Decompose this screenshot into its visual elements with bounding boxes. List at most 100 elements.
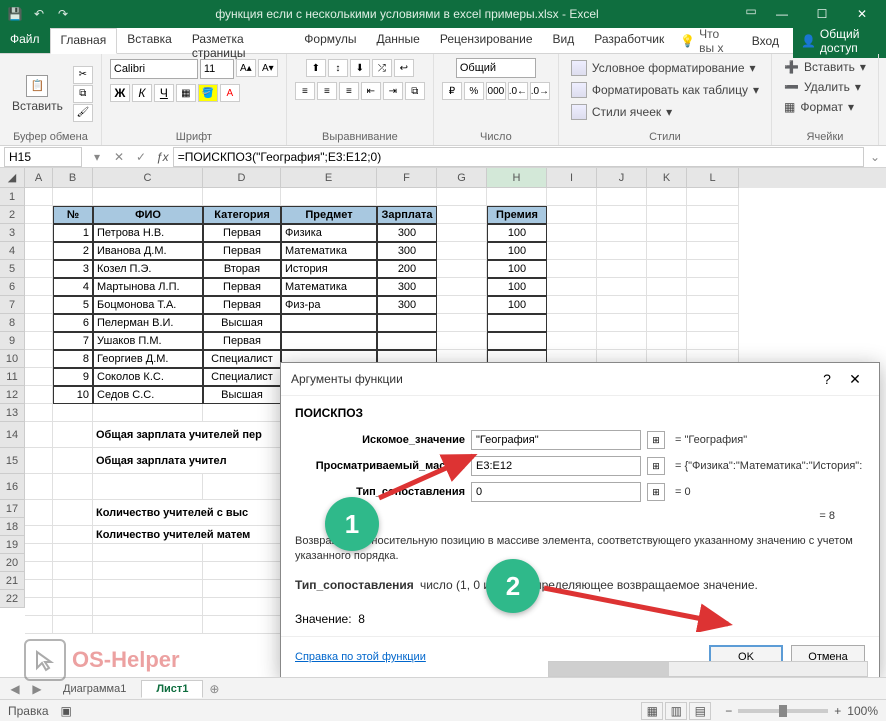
col-header-F[interactable]: F xyxy=(377,168,437,188)
tab-data[interactable]: Данные xyxy=(366,28,429,53)
cell[interactable] xyxy=(93,598,203,616)
tab-dev[interactable]: Разработчик xyxy=(584,28,674,53)
col-header-G[interactable]: G xyxy=(437,168,487,188)
cell[interactable]: Премия xyxy=(487,206,547,224)
formula-input[interactable] xyxy=(173,147,864,167)
align-top-button[interactable]: ⬆ xyxy=(306,59,326,77)
row-header-10[interactable]: 10 xyxy=(0,350,25,368)
dialog-close-button[interactable]: ✕ xyxy=(841,369,869,389)
row-header-15[interactable]: 15 xyxy=(0,448,25,474)
cell[interactable]: Физ-ра xyxy=(281,296,377,314)
shrink-font-button[interactable]: A▾ xyxy=(258,59,278,77)
row-header-3[interactable]: 3 xyxy=(0,224,25,242)
cell[interactable] xyxy=(93,562,203,580)
save-icon[interactable]: 💾 xyxy=(6,5,24,23)
cell[interactable] xyxy=(687,278,739,296)
expand-formula-button[interactable]: ⌄ xyxy=(864,146,886,168)
row-header-4[interactable]: 4 xyxy=(0,242,25,260)
cell[interactable]: Ушаков П.М. xyxy=(93,332,203,350)
cell[interactable] xyxy=(437,206,487,224)
grow-font-button[interactable]: A▴ xyxy=(236,59,256,77)
cell[interactable]: 9 xyxy=(53,368,93,386)
number-format-combo[interactable] xyxy=(456,58,536,78)
cell[interactable] xyxy=(437,296,487,314)
dialog-help-link[interactable]: Справка по этой функции xyxy=(295,651,426,663)
cell[interactable] xyxy=(203,544,281,562)
cell[interactable] xyxy=(53,474,93,500)
cell[interactable] xyxy=(93,544,203,562)
cell[interactable]: Боцмонова Т.А. xyxy=(93,296,203,314)
cell[interactable] xyxy=(25,350,53,368)
cell[interactable] xyxy=(687,260,739,278)
accept-formula-button[interactable]: ✓ xyxy=(130,146,152,168)
zoom-level[interactable]: 100% xyxy=(847,704,878,718)
cell[interactable] xyxy=(437,188,487,206)
cell[interactable] xyxy=(25,598,53,616)
cell[interactable] xyxy=(687,314,739,332)
h-scrollbar[interactable] xyxy=(548,661,868,677)
cell[interactable] xyxy=(25,544,53,562)
tab-insert[interactable]: Вставка xyxy=(117,28,182,53)
new-sheet-button[interactable]: ⊕ xyxy=(203,678,225,700)
cell[interactable] xyxy=(25,616,53,634)
cell[interactable]: Седов С.С. xyxy=(93,386,203,404)
col-header-E[interactable]: E xyxy=(281,168,377,188)
arg-input-2[interactable] xyxy=(471,482,641,502)
cell-styles-button[interactable]: Стили ячеек▾ xyxy=(567,102,676,122)
cell[interactable]: Физика xyxy=(281,224,377,242)
cell[interactable] xyxy=(25,242,53,260)
font-color-button[interactable]: A xyxy=(220,84,240,102)
cell[interactable] xyxy=(25,224,53,242)
cell[interactable] xyxy=(93,616,203,634)
row-header-13[interactable]: 13 xyxy=(0,404,25,422)
cell[interactable] xyxy=(487,332,547,350)
cell[interactable] xyxy=(597,224,647,242)
cell[interactable] xyxy=(203,404,281,422)
orientation-button[interactable]: ⤮ xyxy=(372,59,392,77)
cell[interactable]: № xyxy=(53,206,93,224)
cell[interactable] xyxy=(25,422,53,448)
cell[interactable]: 5 xyxy=(53,296,93,314)
cell[interactable] xyxy=(25,474,53,500)
cell[interactable]: 8 xyxy=(53,350,93,368)
align-center-button[interactable]: ≡ xyxy=(317,82,337,100)
cell[interactable] xyxy=(53,526,93,544)
cell[interactable]: Соколов К.С. xyxy=(93,368,203,386)
cell[interactable]: 1 xyxy=(53,224,93,242)
cell[interactable]: Козел П.Э. xyxy=(93,260,203,278)
cell[interactable] xyxy=(53,598,93,616)
cell[interactable] xyxy=(437,260,487,278)
merge-button[interactable]: ⧉ xyxy=(405,82,425,100)
cell[interactable]: Петрова Н.В. xyxy=(93,224,203,242)
cell[interactable] xyxy=(687,332,739,350)
cell[interactable] xyxy=(597,188,647,206)
row-header-21[interactable]: 21 xyxy=(0,572,25,590)
row-header-20[interactable]: 20 xyxy=(0,554,25,572)
delete-cells-button[interactable]: ➖Удалить▾ xyxy=(780,78,865,96)
cell[interactable]: Математика xyxy=(281,278,377,296)
cell[interactable]: Георгиев Д.М. xyxy=(93,350,203,368)
wrap-button[interactable]: ↩ xyxy=(394,59,414,77)
col-header-J[interactable]: J xyxy=(597,168,647,188)
cell[interactable] xyxy=(93,580,203,598)
row-header-17[interactable]: 17 xyxy=(0,500,25,518)
cell[interactable]: ФИО xyxy=(93,206,203,224)
align-right-button[interactable]: ≡ xyxy=(339,82,359,100)
zoom-slider[interactable] xyxy=(738,709,828,713)
cell[interactable] xyxy=(53,580,93,598)
insert-cells-button[interactable]: ➕Вставить▾ xyxy=(780,58,870,76)
sheet-tab-2[interactable]: Лист1 xyxy=(141,680,203,698)
dialog-help-button[interactable]: ? xyxy=(813,369,841,389)
cell[interactable]: Первая xyxy=(203,224,281,242)
cell[interactable] xyxy=(647,206,687,224)
fill-color-button[interactable]: 🪣 xyxy=(198,84,218,102)
cell[interactable] xyxy=(437,224,487,242)
row-header-11[interactable]: 11 xyxy=(0,368,25,386)
cell[interactable] xyxy=(437,242,487,260)
inc-decimal-button[interactable]: .0← xyxy=(508,82,528,100)
bold-button[interactable]: Ж xyxy=(110,84,130,102)
row-header-6[interactable]: 6 xyxy=(0,278,25,296)
format-painter-button[interactable]: 🖌 xyxy=(73,104,93,122)
cell[interactable]: Математика xyxy=(281,242,377,260)
cell[interactable] xyxy=(687,188,739,206)
